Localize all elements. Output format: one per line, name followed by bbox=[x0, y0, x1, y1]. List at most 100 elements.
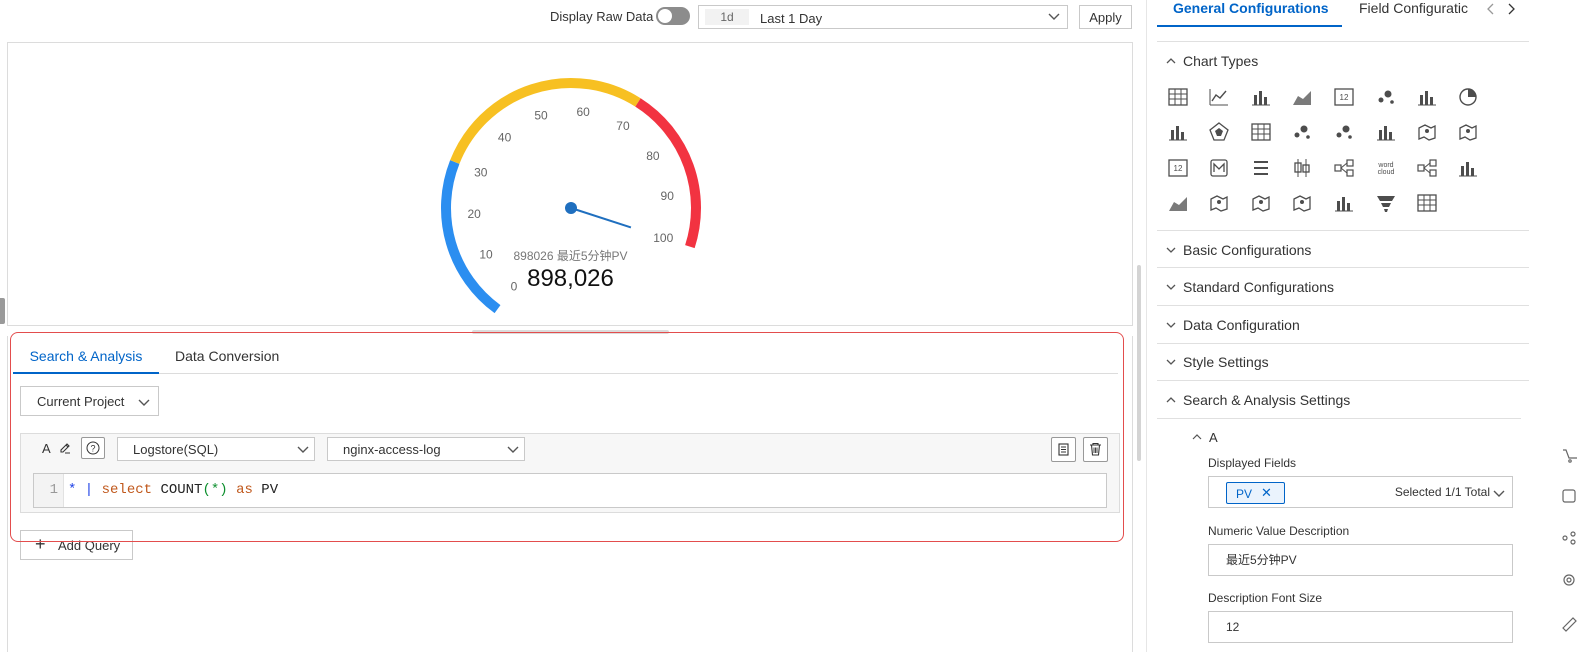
delete-query-button[interactable] bbox=[1083, 437, 1108, 462]
pie-chart-icon[interactable] bbox=[1456, 85, 1480, 109]
progress-bar-chart-icon[interactable] bbox=[1415, 85, 1439, 109]
plus-icon: + bbox=[35, 534, 46, 554]
single-value-chart-icon[interactable]: 12 bbox=[1332, 85, 1356, 109]
section-search-analysis-settings[interactable]: Search & Analysis Settings bbox=[1157, 381, 1521, 419]
panel-resize-handle[interactable] bbox=[472, 330, 669, 334]
query-editor[interactable]: 1 * | select COUNT(*) as PV bbox=[33, 473, 1107, 508]
collapse-grip[interactable] bbox=[0, 298, 5, 324]
tab-data-conversion[interactable]: Data Conversion bbox=[175, 340, 285, 374]
funnel-chart-icon[interactable] bbox=[1374, 191, 1398, 215]
gauge-value: 898,026 bbox=[527, 265, 614, 292]
svg-text:12: 12 bbox=[1174, 164, 1183, 173]
area-map-icon[interactable] bbox=[1166, 191, 1190, 215]
treemap-chart-icon[interactable] bbox=[1290, 191, 1314, 215]
svg-text:word: word bbox=[1377, 162, 1393, 169]
time-range-select[interactable]: 1d Last 1 Day bbox=[698, 5, 1068, 29]
copy-icon bbox=[1058, 443, 1069, 456]
funnel-bars-chart-icon[interactable] bbox=[1374, 120, 1398, 144]
boxplot-chart-icon[interactable] bbox=[1290, 156, 1314, 180]
numeric-value-description-input[interactable]: 最近5分钟PV bbox=[1208, 544, 1513, 576]
edit-icon[interactable] bbox=[58, 441, 72, 455]
logstore-value: nginx-access-log bbox=[343, 442, 441, 457]
scatter-chart-icon[interactable] bbox=[1374, 85, 1398, 109]
close-icon[interactable]: ✕ bbox=[1261, 485, 1272, 501]
section-style-settings[interactable]: Style Settings bbox=[1157, 343, 1529, 381]
chevron-left-icon[interactable] bbox=[1484, 1, 1498, 17]
column-chart-icon[interactable] bbox=[1456, 156, 1480, 180]
section-label: Standard Configurations bbox=[1183, 279, 1334, 295]
source-type-value: Logstore(SQL) bbox=[133, 442, 219, 457]
tab-general-configurations[interactable]: General Configurations bbox=[1157, 0, 1342, 27]
chevron-right-icon[interactable] bbox=[1504, 1, 1518, 17]
chevron-up-icon[interactable] bbox=[1190, 428, 1210, 446]
svg-text:?: ? bbox=[90, 444, 95, 454]
section-basic-configurations[interactable]: Basic Configurations bbox=[1157, 230, 1529, 268]
field-tag-pv[interactable]: PV ✕ bbox=[1226, 482, 1285, 504]
tab-search-analysis[interactable]: Search & Analysis bbox=[13, 340, 159, 374]
china-map-icon[interactable] bbox=[1415, 120, 1439, 144]
line-chart-icon[interactable] bbox=[1207, 85, 1231, 109]
source-type-select[interactable]: Logstore(SQL) bbox=[117, 437, 315, 461]
trash-icon bbox=[1090, 442, 1101, 456]
svg-text:cloud: cloud bbox=[1378, 169, 1395, 176]
section-chart-types[interactable]: Chart Types bbox=[1157, 42, 1529, 80]
help-icon[interactable]: ? bbox=[81, 437, 105, 459]
chevron-down-icon bbox=[507, 446, 519, 453]
copy-query-button[interactable] bbox=[1051, 437, 1076, 462]
cloud-map-icon[interactable] bbox=[1207, 191, 1231, 215]
radar-chart-icon[interactable] bbox=[1207, 120, 1231, 144]
project-select[interactable]: Current Project bbox=[20, 386, 159, 416]
chevron-down-icon bbox=[297, 446, 309, 453]
raw-data-toggle[interactable] bbox=[656, 7, 690, 25]
tab-field-configurations[interactable]: Field Configuratic bbox=[1359, 0, 1471, 27]
code-token: (*) bbox=[202, 482, 228, 498]
table-chart-icon[interactable] bbox=[1166, 85, 1190, 109]
logstore-select[interactable]: nginx-access-log bbox=[327, 437, 525, 461]
area-chart-icon[interactable] bbox=[1290, 85, 1314, 109]
column-pro-chart-icon[interactable] bbox=[1332, 191, 1356, 215]
bar-chart-icon[interactable] bbox=[1249, 85, 1273, 109]
description-font-size-label: Description Font Size bbox=[1208, 591, 1323, 605]
data-table-icon[interactable] bbox=[1249, 120, 1273, 144]
code-token: select bbox=[101, 482, 153, 498]
gauge-needle bbox=[570, 207, 632, 229]
display-raw-data-label: Display Raw Data bbox=[550, 9, 654, 24]
gauge-tick-label: 60 bbox=[576, 105, 590, 119]
description-font-size-input[interactable]: 12 bbox=[1208, 611, 1513, 643]
chevron-down-icon bbox=[1493, 490, 1505, 497]
point-map-icon[interactable] bbox=[1249, 191, 1273, 215]
scatter-pro-chart-icon[interactable] bbox=[1332, 120, 1356, 144]
section-label: Basic Configurations bbox=[1183, 242, 1312, 258]
chevron-down-icon bbox=[138, 399, 150, 406]
add-query-button[interactable]: + Add Query bbox=[20, 530, 133, 560]
grid-table-icon[interactable] bbox=[1415, 191, 1439, 215]
gauge-needle-hub bbox=[565, 202, 577, 214]
code-token: | bbox=[76, 482, 102, 498]
chevron-down-icon bbox=[1048, 13, 1060, 20]
bubble-chart-icon[interactable] bbox=[1290, 120, 1314, 144]
section-data-configuration[interactable]: Data Configuration bbox=[1157, 306, 1529, 344]
topology-icon[interactable] bbox=[1415, 156, 1439, 180]
query-letter: A bbox=[42, 441, 51, 456]
vertical-scrollbar[interactable] bbox=[1137, 265, 1141, 461]
query-code: * | select COUNT(*) as PV bbox=[68, 474, 278, 507]
flow-chart-icon[interactable] bbox=[1332, 156, 1356, 180]
displayed-fields-select[interactable]: PV ✕ Selected 1/1 Total bbox=[1208, 476, 1513, 508]
word-cloud-icon[interactable]: word cloud bbox=[1374, 156, 1398, 180]
histogram-chart-icon[interactable] bbox=[1166, 120, 1190, 144]
subsection-a-label: A bbox=[1209, 430, 1218, 445]
world-map-icon[interactable] bbox=[1456, 120, 1480, 144]
chevron-down-icon bbox=[1166, 247, 1176, 253]
markdown-icon[interactable] bbox=[1207, 156, 1231, 180]
displayed-fields-label: Displayed Fields bbox=[1208, 456, 1297, 470]
pen-icon bbox=[1562, 617, 1577, 632]
code-token: as bbox=[227, 482, 253, 498]
cart-icon bbox=[1563, 449, 1577, 463]
gauge-description: 898026 最近5分钟PV bbox=[513, 249, 628, 263]
single-value-card-icon[interactable]: 12 bbox=[1166, 156, 1190, 180]
side-action-strip bbox=[1562, 449, 1577, 632]
section-standard-configurations[interactable]: Standard Configurations bbox=[1157, 268, 1529, 306]
apply-button[interactable]: Apply bbox=[1079, 5, 1132, 29]
list-chart-icon[interactable] bbox=[1249, 156, 1273, 180]
gauge-tick-label: 80 bbox=[646, 149, 660, 163]
